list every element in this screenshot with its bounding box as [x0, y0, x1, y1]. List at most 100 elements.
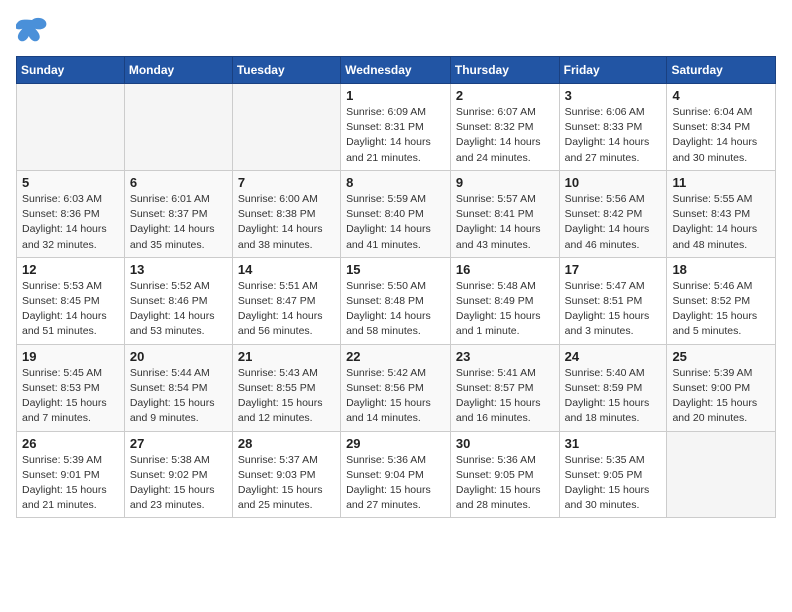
- calendar-cell: 24 Sunrise: 5:40 AM Sunset: 8:59 PM Dayli…: [559, 344, 667, 431]
- day-info: Sunrise: 5:44 AM Sunset: 8:54 PM Dayligh…: [130, 366, 227, 427]
- day-info: Sunrise: 5:35 AM Sunset: 9:05 PM Dayligh…: [565, 453, 662, 514]
- day-info: Sunrise: 6:00 AM Sunset: 8:38 PM Dayligh…: [238, 192, 335, 253]
- day-info: Sunrise: 6:01 AM Sunset: 8:37 PM Dayligh…: [130, 192, 227, 253]
- calendar-cell: 9 Sunrise: 5:57 AM Sunset: 8:41 PM Daylig…: [450, 170, 559, 257]
- calendar-table: SundayMondayTuesdayWednesdayThursdayFrid…: [16, 56, 776, 518]
- day-info: Sunrise: 5:36 AM Sunset: 9:04 PM Dayligh…: [346, 453, 445, 514]
- calendar-week-3: 12 Sunrise: 5:53 AM Sunset: 8:45 PM Dayli…: [17, 257, 776, 344]
- calendar-cell: 3 Sunrise: 6:06 AM Sunset: 8:33 PM Daylig…: [559, 84, 667, 171]
- day-number: 6: [130, 175, 227, 190]
- calendar-cell: 15 Sunrise: 5:50 AM Sunset: 8:48 PM Dayli…: [341, 257, 451, 344]
- calendar-cell: 29 Sunrise: 5:36 AM Sunset: 9:04 PM Dayli…: [341, 431, 451, 518]
- day-number: 30: [456, 436, 554, 451]
- logo: [16, 16, 52, 44]
- day-info: Sunrise: 5:39 AM Sunset: 9:00 PM Dayligh…: [672, 366, 770, 427]
- day-number: 5: [22, 175, 119, 190]
- day-info: Sunrise: 5:48 AM Sunset: 8:49 PM Dayligh…: [456, 279, 554, 340]
- day-number: 22: [346, 349, 445, 364]
- day-number: 18: [672, 262, 770, 277]
- logo-bird-icon: [16, 16, 48, 44]
- calendar-header-monday: Monday: [124, 57, 232, 84]
- calendar-header-row: SundayMondayTuesdayWednesdayThursdayFrid…: [17, 57, 776, 84]
- calendar-cell: 1 Sunrise: 6:09 AM Sunset: 8:31 PM Daylig…: [341, 84, 451, 171]
- calendar-cell: 6 Sunrise: 6:01 AM Sunset: 8:37 PM Daylig…: [124, 170, 232, 257]
- day-number: 19: [22, 349, 119, 364]
- day-number: 11: [672, 175, 770, 190]
- calendar-cell: 31 Sunrise: 5:35 AM Sunset: 9:05 PM Dayli…: [559, 431, 667, 518]
- day-number: 25: [672, 349, 770, 364]
- day-number: 16: [456, 262, 554, 277]
- day-number: 3: [565, 88, 662, 103]
- day-info: Sunrise: 6:09 AM Sunset: 8:31 PM Dayligh…: [346, 105, 445, 166]
- day-info: Sunrise: 5:56 AM Sunset: 8:42 PM Dayligh…: [565, 192, 662, 253]
- calendar-header-thursday: Thursday: [450, 57, 559, 84]
- calendar-header-sunday: Sunday: [17, 57, 125, 84]
- day-number: 13: [130, 262, 227, 277]
- day-number: 15: [346, 262, 445, 277]
- calendar-cell: 2 Sunrise: 6:07 AM Sunset: 8:32 PM Daylig…: [450, 84, 559, 171]
- day-info: Sunrise: 5:36 AM Sunset: 9:05 PM Dayligh…: [456, 453, 554, 514]
- calendar-cell: [124, 84, 232, 171]
- calendar-cell: 23Sunrise: 5:41 AM Sunset: 8:57 PM Dayli…: [450, 344, 559, 431]
- calendar-cell: 20Sunrise: 5:44 AM Sunset: 8:54 PM Dayli…: [124, 344, 232, 431]
- day-number: 28: [238, 436, 335, 451]
- day-info: Sunrise: 5:53 AM Sunset: 8:45 PM Dayligh…: [22, 279, 119, 340]
- day-number: 2: [456, 88, 554, 103]
- day-info: Sunrise: 5:39 AM Sunset: 9:01 PM Dayligh…: [22, 453, 119, 514]
- calendar-cell: 7 Sunrise: 6:00 AM Sunset: 8:38 PM Daylig…: [232, 170, 340, 257]
- day-number: 26: [22, 436, 119, 451]
- day-number: 24: [565, 349, 662, 364]
- day-number: 4: [672, 88, 770, 103]
- day-number: 7: [238, 175, 335, 190]
- calendar-header-saturday: Saturday: [667, 57, 776, 84]
- calendar-header-wednesday: Wednesday: [341, 57, 451, 84]
- calendar-cell: 12 Sunrise: 5:53 AM Sunset: 8:45 PM Dayli…: [17, 257, 125, 344]
- day-number: 12: [22, 262, 119, 277]
- day-info: Sunrise: 5:38 AM Sunset: 9:02 PM Dayligh…: [130, 453, 227, 514]
- calendar-cell: 27 Sunrise: 5:38 AM Sunset: 9:02 PM Dayli…: [124, 431, 232, 518]
- calendar-week-4: 19 Sunrise: 5:45 AM Sunset: 8:53 PM Dayli…: [17, 344, 776, 431]
- calendar-cell: 28 Sunrise: 5:37 AM Sunset: 9:03 PM Dayli…: [232, 431, 340, 518]
- calendar-cell: [17, 84, 125, 171]
- day-info: Sunrise: 6:07 AM Sunset: 8:32 PM Dayligh…: [456, 105, 554, 166]
- calendar-cell: 14Sunrise: 5:51 AM Sunset: 8:47 PM Dayli…: [232, 257, 340, 344]
- calendar-cell: 30 Sunrise: 5:36 AM Sunset: 9:05 PM Dayli…: [450, 431, 559, 518]
- calendar-cell: 18 Sunrise: 5:46 AM Sunset: 8:52 PM Dayli…: [667, 257, 776, 344]
- day-number: 17: [565, 262, 662, 277]
- day-info: Sunrise: 5:50 AM Sunset: 8:48 PM Dayligh…: [346, 279, 445, 340]
- calendar-cell: 21Sunrise: 5:43 AM Sunset: 8:55 PM Dayli…: [232, 344, 340, 431]
- calendar-cell: 4Sunrise: 6:04 AM Sunset: 8:34 PM Daylig…: [667, 84, 776, 171]
- day-number: 21: [238, 349, 335, 364]
- calendar-cell: 26 Sunrise: 5:39 AM Sunset: 9:01 PM Dayli…: [17, 431, 125, 518]
- calendar-cell: 13Sunrise: 5:52 AM Sunset: 8:46 PM Dayli…: [124, 257, 232, 344]
- day-number: 29: [346, 436, 445, 451]
- calendar-cell: 19 Sunrise: 5:45 AM Sunset: 8:53 PM Dayli…: [17, 344, 125, 431]
- calendar-cell: 16 Sunrise: 5:48 AM Sunset: 8:49 PM Dayli…: [450, 257, 559, 344]
- calendar-header-tuesday: Tuesday: [232, 57, 340, 84]
- day-info: Sunrise: 5:37 AM Sunset: 9:03 PM Dayligh…: [238, 453, 335, 514]
- calendar-cell: 25 Sunrise: 5:39 AM Sunset: 9:00 PM Dayli…: [667, 344, 776, 431]
- day-number: 10: [565, 175, 662, 190]
- calendar-cell: 8Sunrise: 5:59 AM Sunset: 8:40 PM Daylig…: [341, 170, 451, 257]
- day-number: 14: [238, 262, 335, 277]
- calendar-cell: 17 Sunrise: 5:47 AM Sunset: 8:51 PM Dayli…: [559, 257, 667, 344]
- day-number: 9: [456, 175, 554, 190]
- day-info: Sunrise: 5:45 AM Sunset: 8:53 PM Dayligh…: [22, 366, 119, 427]
- day-number: 1: [346, 88, 445, 103]
- calendar-cell: 11Sunrise: 5:55 AM Sunset: 8:43 PM Dayli…: [667, 170, 776, 257]
- calendar-cell: [232, 84, 340, 171]
- day-info: Sunrise: 5:40 AM Sunset: 8:59 PM Dayligh…: [565, 366, 662, 427]
- day-number: 27: [130, 436, 227, 451]
- day-info: Sunrise: 6:06 AM Sunset: 8:33 PM Dayligh…: [565, 105, 662, 166]
- calendar-header-friday: Friday: [559, 57, 667, 84]
- calendar-cell: 10 Sunrise: 5:56 AM Sunset: 8:42 PM Dayli…: [559, 170, 667, 257]
- day-info: Sunrise: 5:41 AM Sunset: 8:57 PM Dayligh…: [456, 366, 554, 427]
- day-info: Sunrise: 5:42 AM Sunset: 8:56 PM Dayligh…: [346, 366, 445, 427]
- calendar-week-2: 5Sunrise: 6:03 AM Sunset: 8:36 PM Daylig…: [17, 170, 776, 257]
- day-number: 31: [565, 436, 662, 451]
- day-number: 8: [346, 175, 445, 190]
- calendar-cell: [667, 431, 776, 518]
- day-info: Sunrise: 5:57 AM Sunset: 8:41 PM Dayligh…: [456, 192, 554, 253]
- day-info: Sunrise: 5:47 AM Sunset: 8:51 PM Dayligh…: [565, 279, 662, 340]
- day-info: Sunrise: 5:46 AM Sunset: 8:52 PM Dayligh…: [672, 279, 770, 340]
